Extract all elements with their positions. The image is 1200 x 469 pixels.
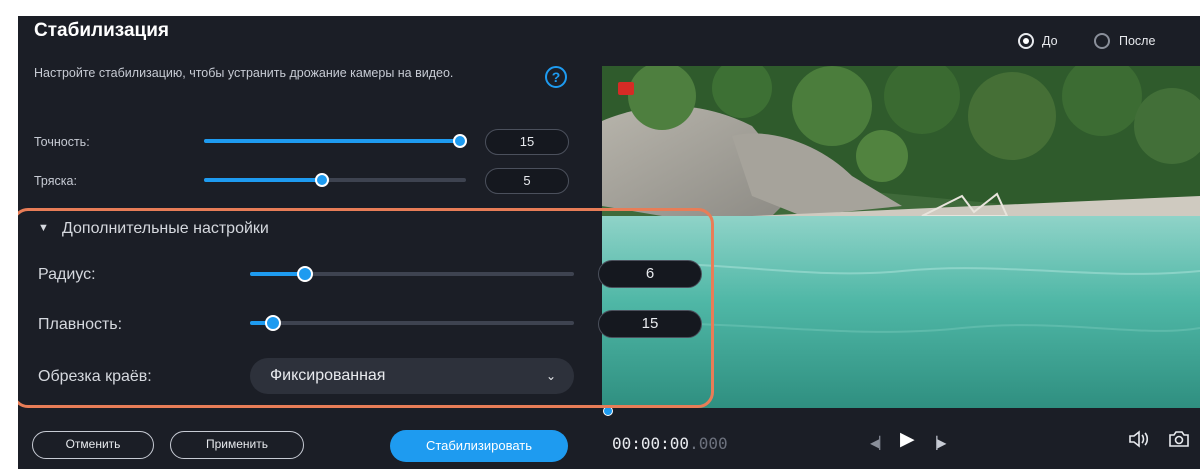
previous-frame-icon[interactable]: ◀▏ (870, 436, 888, 450)
smoothness-slider-thumb[interactable] (264, 315, 281, 331)
shake-slider-fill (204, 178, 322, 182)
advanced-settings-toggle[interactable]: Дополнительные настройки (62, 220, 269, 238)
next-frame-icon[interactable]: ▕▶ (928, 436, 946, 450)
chevron-down-icon[interactable]: ▼ (38, 222, 49, 234)
after-radio[interactable] (1094, 33, 1110, 49)
shake-slider-thumb[interactable] (314, 173, 329, 187)
after-label[interactable]: После (1119, 34, 1155, 48)
radius-value-field[interactable]: 6 (598, 260, 702, 288)
volume-icon[interactable] (1128, 430, 1150, 448)
radius-slider[interactable] (250, 266, 574, 282)
radius-slider-thumb[interactable] (297, 266, 314, 282)
chevron-down-icon: ⌄ (545, 369, 556, 383)
accuracy-value-field[interactable]: 15 (485, 129, 569, 155)
apply-button[interactable]: Применить (170, 431, 304, 459)
play-icon[interactable]: ▶ (900, 428, 915, 451)
edge-crop-select[interactable]: Фиксированная ⌄ (250, 358, 574, 394)
accuracy-slider-thumb[interactable] (453, 134, 467, 148)
smoothness-slider[interactable] (250, 315, 574, 331)
cancel-button[interactable]: Отменить (32, 431, 154, 459)
edge-crop-selected-value: Фиксированная (270, 367, 386, 384)
accuracy-slider-fill (204, 139, 460, 143)
recording-indicator-icon (618, 82, 634, 95)
camera-icon[interactable] (1168, 430, 1190, 448)
dialog-description: Настройте стабилизацию, чтобы устранить … (34, 66, 454, 80)
edge-crop-label: Обрезка краёв: (38, 368, 152, 385)
shake-label: Тряска: (34, 174, 77, 188)
before-radio[interactable] (1018, 33, 1034, 49)
radius-label: Радиус: (38, 266, 96, 283)
smoothness-value-field[interactable]: 15 (598, 310, 702, 338)
shake-slider[interactable] (204, 173, 466, 187)
accuracy-slider[interactable] (204, 134, 467, 148)
smoothness-label: Плавность: (38, 316, 123, 333)
stabilize-button[interactable]: Стабилизировать (390, 430, 568, 462)
playback-time: 00:00:00.000 (612, 434, 728, 453)
shake-value-field[interactable]: 5 (485, 168, 569, 194)
help-icon[interactable]: ? (545, 66, 567, 88)
dialog-title: Стабилизация (34, 20, 169, 41)
time-main: 00:00:00 (612, 434, 690, 453)
stabilization-dialog: Стабилизация До После Настройте стабилиз… (18, 16, 1200, 469)
before-label[interactable]: До (1042, 34, 1058, 48)
time-milliseconds: .000 (689, 434, 728, 453)
accuracy-label: Точность: (34, 135, 90, 149)
